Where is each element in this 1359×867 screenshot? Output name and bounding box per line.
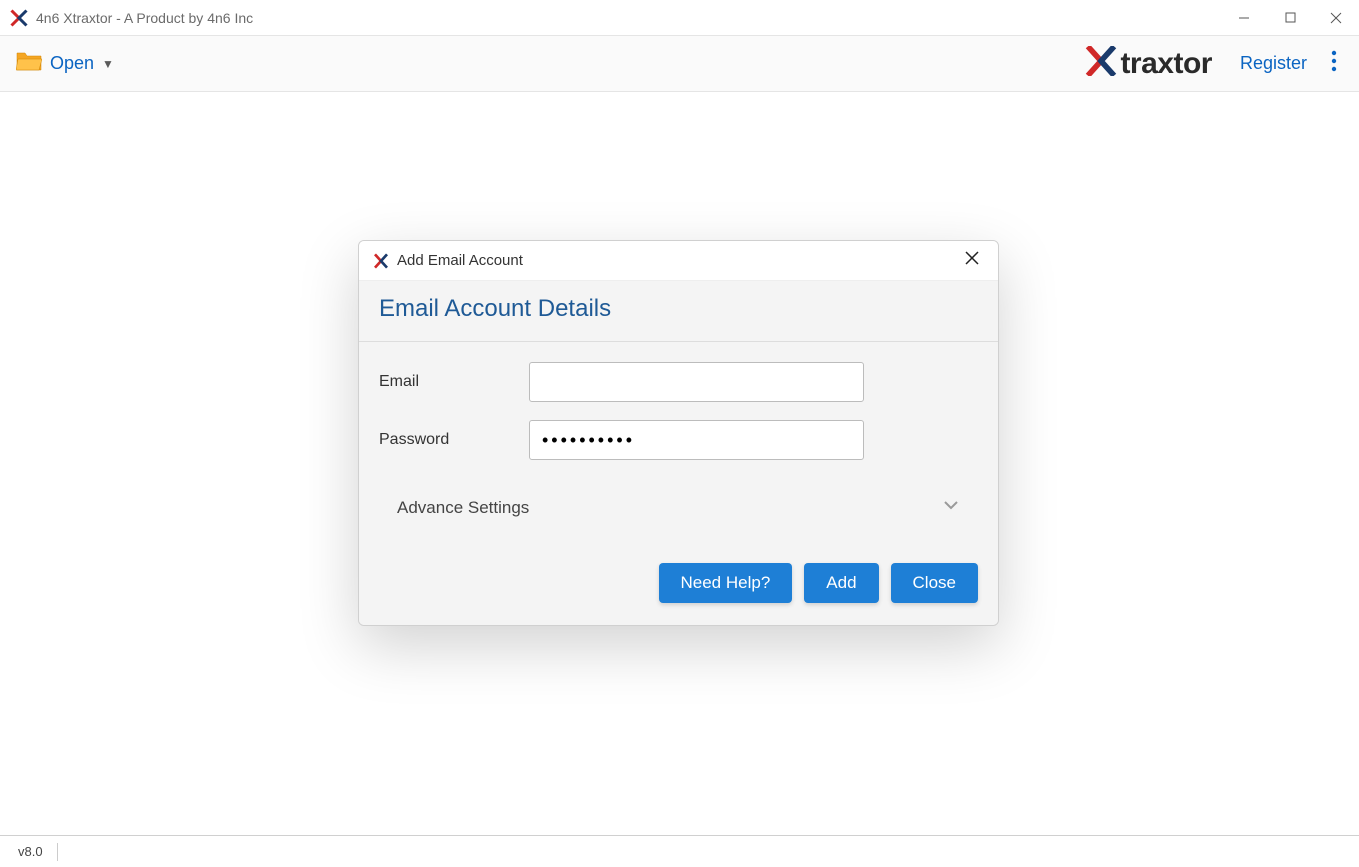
email-label: Email — [379, 373, 529, 391]
more-menu-button[interactable] — [1325, 44, 1343, 83]
email-input[interactable] — [529, 362, 864, 402]
close-button[interactable]: Close — [891, 563, 978, 603]
window-close-button[interactable] — [1313, 0, 1359, 36]
dialog-body: Email Password Advance Settings — [359, 342, 998, 549]
window-titlebar: 4n6 Xtraxtor - A Product by 4n6 Inc — [0, 0, 1359, 36]
app-logo-icon — [10, 9, 28, 27]
window-title: 4n6 Xtraxtor - A Product by 4n6 Inc — [36, 10, 253, 26]
open-label: Open — [50, 53, 94, 74]
register-link[interactable]: Register — [1240, 53, 1307, 74]
add-email-account-dialog: Add Email Account Email Account Details … — [358, 240, 999, 626]
logo-x-icon — [1084, 46, 1118, 81]
window-maximize-button[interactable] — [1267, 0, 1313, 36]
dialog-actions: Need Help? Add Close — [359, 549, 998, 625]
dialog-close-button[interactable] — [960, 246, 984, 275]
advance-settings-toggle[interactable]: Advance Settings — [379, 478, 978, 529]
dialog-title: Add Email Account — [397, 252, 523, 269]
dropdown-chevron-icon: ▼ — [102, 57, 114, 71]
email-row: Email — [379, 362, 978, 402]
main-content: Add Email Account Email Account Details … — [0, 92, 1359, 835]
password-row: Password — [379, 420, 978, 460]
dialog-heading: Email Account Details — [379, 295, 978, 323]
advance-settings-label: Advance Settings — [397, 498, 529, 518]
logo-text: traxtor — [1120, 47, 1212, 81]
window-minimize-button[interactable] — [1221, 0, 1267, 36]
folder-icon — [16, 50, 42, 77]
statusbar-separator — [57, 843, 58, 861]
chevron-down-icon — [942, 496, 960, 519]
open-button[interactable]: Open ▼ — [16, 50, 114, 77]
add-button[interactable]: Add — [804, 563, 878, 603]
password-input[interactable] — [529, 420, 864, 460]
product-logo: traxtor — [1084, 46, 1212, 81]
password-label: Password — [379, 431, 529, 449]
main-toolbar: Open ▼ traxtor Register — [0, 36, 1359, 92]
version-label: v8.0 — [18, 844, 43, 859]
dialog-titlebar: Add Email Account — [359, 241, 998, 281]
dialog-header: Email Account Details — [359, 281, 998, 342]
dialog-logo-icon — [373, 253, 389, 269]
status-bar: v8.0 — [0, 835, 1359, 867]
need-help-button[interactable]: Need Help? — [659, 563, 793, 603]
